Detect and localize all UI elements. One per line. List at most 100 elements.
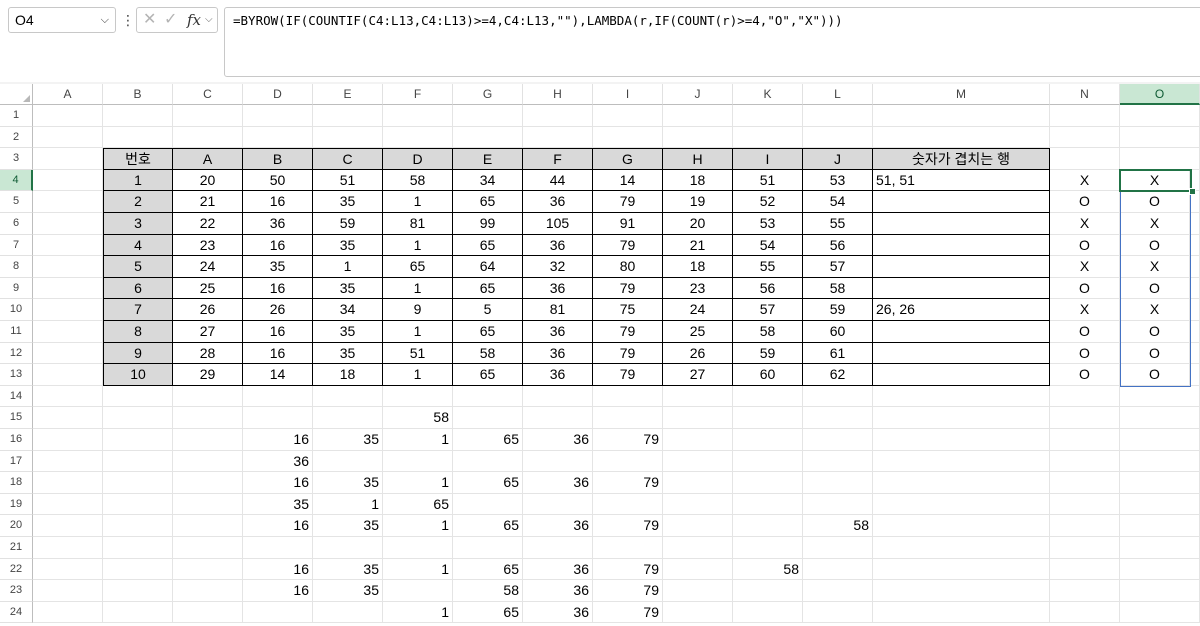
table-cell[interactable]: 54 bbox=[803, 191, 873, 213]
table-cell[interactable]: 65 bbox=[453, 191, 523, 213]
row-header-3[interactable]: 3 bbox=[0, 148, 33, 170]
cell-bg[interactable] bbox=[33, 299, 103, 321]
cell-bg[interactable] bbox=[733, 385, 803, 408]
table-cell[interactable]: 23 bbox=[663, 277, 733, 300]
cell-bg[interactable] bbox=[33, 407, 103, 429]
cell-bg[interactable] bbox=[33, 277, 103, 300]
cell-bg[interactable] bbox=[663, 537, 733, 559]
row-number-cell[interactable]: 6 bbox=[103, 277, 173, 300]
cell-bg[interactable] bbox=[663, 385, 733, 408]
cell-bg[interactable] bbox=[1050, 580, 1120, 602]
value-cell[interactable]: 36 bbox=[523, 429, 593, 451]
table-header-cell[interactable]: H bbox=[663, 148, 733, 170]
table-cell[interactable]: 36 bbox=[523, 234, 593, 257]
cell-bg[interactable] bbox=[1120, 558, 1200, 581]
cell-bg[interactable] bbox=[803, 537, 873, 559]
cell-bg[interactable] bbox=[663, 472, 733, 494]
column-header-j[interactable]: J bbox=[663, 84, 733, 105]
cell-bg[interactable] bbox=[873, 385, 1050, 408]
cell-bg[interactable] bbox=[33, 342, 103, 365]
row-number-cell[interactable]: 9 bbox=[103, 342, 173, 365]
table-cell[interactable]: 18 bbox=[313, 364, 383, 386]
result-cell-o[interactable]: X bbox=[1120, 169, 1190, 192]
column-header-g[interactable]: G bbox=[453, 84, 523, 105]
cell-bg[interactable] bbox=[243, 407, 313, 429]
cell-bg[interactable] bbox=[593, 385, 663, 408]
value-cell[interactable]: 1 bbox=[383, 601, 453, 624]
table-cell[interactable]: 58 bbox=[803, 277, 873, 300]
cell-bg[interactable] bbox=[33, 169, 103, 192]
row-number-cell[interactable]: 5 bbox=[103, 256, 173, 278]
result-cell-n[interactable]: O bbox=[1050, 191, 1120, 213]
chevron-down-icon[interactable]: ⌵ bbox=[101, 8, 109, 32]
table-cell[interactable]: 35 bbox=[313, 321, 383, 343]
cell-bg[interactable] bbox=[103, 580, 173, 602]
table-cell[interactable]: 21 bbox=[663, 234, 733, 257]
value-cell[interactable]: 16 bbox=[243, 472, 313, 494]
row-header-11[interactable]: 11 bbox=[0, 321, 33, 343]
row-header-22[interactable]: 22 bbox=[0, 558, 33, 581]
table-cell[interactable]: 36 bbox=[243, 213, 313, 235]
cell-bg[interactable] bbox=[593, 537, 663, 559]
cell-bg[interactable] bbox=[663, 558, 733, 581]
column-header-n[interactable]: N bbox=[1050, 84, 1120, 105]
value-cell[interactable]: 58 bbox=[453, 580, 523, 602]
result-cell-n[interactable]: O bbox=[1050, 364, 1120, 386]
value-cell[interactable]: 79 bbox=[593, 472, 663, 494]
cell-bg[interactable] bbox=[873, 580, 1050, 602]
table-cell[interactable]: 35 bbox=[313, 191, 383, 213]
cell-bg[interactable] bbox=[173, 429, 243, 451]
result-cell-n[interactable]: X bbox=[1050, 256, 1120, 278]
table-cell[interactable]: 62 bbox=[803, 364, 873, 386]
overlap-result-cell[interactable] bbox=[873, 213, 1050, 235]
result-cell-o[interactable]: O bbox=[1120, 364, 1190, 386]
cell-bg[interactable] bbox=[733, 537, 803, 559]
value-cell[interactable]: 1 bbox=[313, 493, 383, 516]
fill-handle[interactable] bbox=[1189, 188, 1196, 196]
value-cell[interactable]: 35 bbox=[313, 429, 383, 451]
cell-bg[interactable] bbox=[453, 126, 523, 149]
cell-bg[interactable] bbox=[733, 601, 803, 624]
cell-bg[interactable] bbox=[383, 385, 453, 408]
table-cell[interactable]: 1 bbox=[383, 234, 453, 257]
result-cell-o[interactable]: X bbox=[1120, 299, 1190, 321]
cell-bg[interactable] bbox=[873, 105, 1050, 127]
column-header-l[interactable]: L bbox=[803, 84, 873, 105]
cell-bg[interactable] bbox=[103, 493, 173, 516]
cell-bg[interactable] bbox=[173, 472, 243, 494]
cell-bg[interactable] bbox=[1120, 601, 1200, 624]
cell-bg[interactable] bbox=[1050, 126, 1120, 149]
table-cell[interactable]: 79 bbox=[593, 321, 663, 343]
column-header-o[interactable]: O bbox=[1120, 84, 1200, 105]
value-cell[interactable]: 1 bbox=[383, 558, 453, 581]
table-cell[interactable]: 75 bbox=[593, 299, 663, 321]
table-cell[interactable]: 58 bbox=[733, 321, 803, 343]
value-cell[interactable]: 58 bbox=[733, 558, 803, 581]
value-cell[interactable]: 36 bbox=[523, 558, 593, 581]
result-cell-n[interactable]: O bbox=[1050, 277, 1120, 300]
table-cell[interactable]: 51 bbox=[733, 169, 803, 192]
cell-bg[interactable] bbox=[33, 385, 103, 408]
cell-bg[interactable] bbox=[33, 148, 103, 170]
value-cell[interactable]: 35 bbox=[313, 472, 383, 494]
row-header-2[interactable]: 2 bbox=[0, 126, 33, 149]
value-cell[interactable]: 79 bbox=[593, 601, 663, 624]
row-number-cell[interactable]: 3 bbox=[103, 213, 173, 235]
table-cell[interactable]: 35 bbox=[313, 342, 383, 365]
cell-bg[interactable] bbox=[453, 385, 523, 408]
cell-bg[interactable] bbox=[1050, 385, 1120, 408]
row-header-19[interactable]: 19 bbox=[0, 493, 33, 516]
value-cell[interactable]: 35 bbox=[313, 580, 383, 602]
table-cell[interactable]: 23 bbox=[173, 234, 243, 257]
row-header-21[interactable]: 21 bbox=[0, 537, 33, 559]
table-cell[interactable]: 27 bbox=[663, 364, 733, 386]
result-cell-o[interactable]: O bbox=[1120, 342, 1190, 365]
result-cell-o[interactable]: O bbox=[1120, 277, 1190, 300]
cell-bg[interactable] bbox=[173, 105, 243, 127]
table-cell[interactable]: 35 bbox=[243, 256, 313, 278]
cell-bg[interactable] bbox=[733, 493, 803, 516]
row-header-1[interactable]: 1 bbox=[0, 105, 33, 127]
insert-function-icon[interactable]: fx bbox=[187, 9, 201, 31]
cell-bg[interactable] bbox=[1050, 105, 1120, 127]
value-cell[interactable]: 79 bbox=[593, 580, 663, 602]
